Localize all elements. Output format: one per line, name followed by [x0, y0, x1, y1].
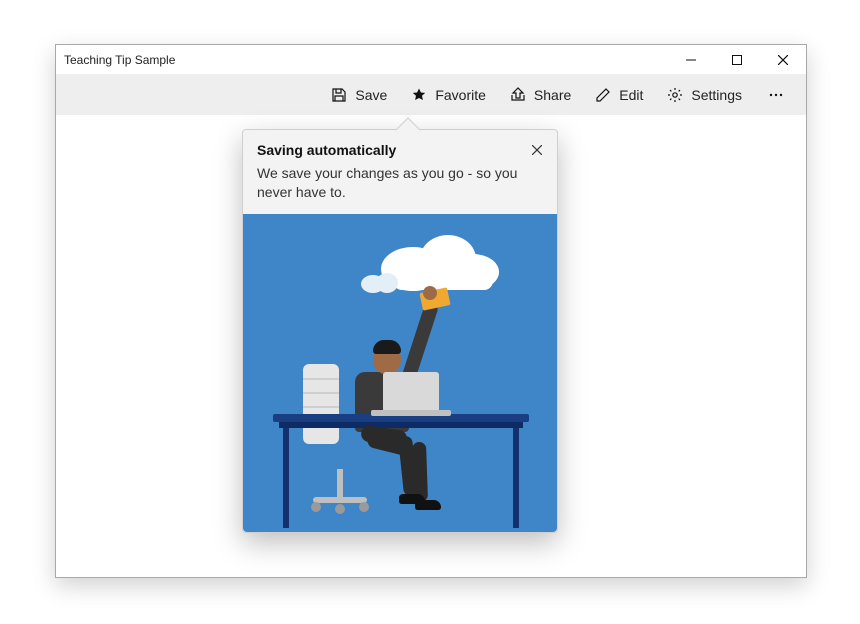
close-icon — [532, 145, 542, 155]
teaching-tip: Saving automatically We save your change… — [242, 129, 558, 533]
teaching-tip-header: Saving automatically — [243, 130, 557, 162]
illustration-wheel — [311, 502, 321, 512]
settings-label: Settings — [691, 87, 742, 103]
edit-icon — [595, 87, 611, 103]
share-button[interactable]: Share — [498, 75, 583, 115]
maximize-button[interactable] — [714, 45, 760, 75]
more-icon — [768, 87, 784, 103]
command-bar: Save Favorite Share Edit Settings — [56, 75, 806, 115]
favorite-button[interactable]: Favorite — [399, 75, 498, 115]
save-label: Save — [355, 87, 387, 103]
illustration-hand — [423, 286, 437, 300]
close-icon — [778, 55, 788, 65]
illustration-laptop — [383, 372, 439, 412]
illustration-laptop-base — [371, 410, 451, 416]
cloud-small-icon — [359, 270, 399, 294]
illustration-desk-leg — [513, 428, 519, 528]
edit-label: Edit — [619, 87, 643, 103]
teaching-tip-close-button[interactable] — [525, 138, 549, 162]
settings-button[interactable]: Settings — [655, 75, 754, 115]
illustration-wheel — [359, 502, 369, 512]
illustration-chair-base — [313, 497, 367, 503]
illustration-chair-pole — [337, 469, 343, 499]
window-controls — [668, 45, 806, 75]
content-area: Saving automatically We save your change… — [56, 115, 806, 577]
share-icon — [510, 87, 526, 103]
illustration-legs — [361, 428, 421, 498]
edit-button[interactable]: Edit — [583, 75, 655, 115]
favorite-label: Favorite — [435, 87, 486, 103]
gear-icon — [667, 87, 683, 103]
more-button[interactable] — [754, 75, 798, 115]
save-icon — [331, 87, 347, 103]
maximize-icon — [732, 55, 742, 65]
close-button[interactable] — [760, 45, 806, 75]
teaching-tip-subtitle: We save your changes as you go - so you … — [243, 164, 557, 214]
app-window: Teaching Tip Sample Save Favorite Share — [55, 44, 807, 578]
teaching-tip-title: Saving automatically — [257, 142, 517, 158]
minimize-icon — [686, 55, 696, 65]
window-title: Teaching Tip Sample — [64, 53, 175, 67]
share-label: Share — [534, 87, 571, 103]
star-icon — [411, 87, 427, 103]
teaching-tip-illustration — [243, 214, 557, 532]
title-bar: Teaching Tip Sample — [56, 45, 806, 75]
save-button[interactable]: Save — [319, 75, 399, 115]
minimize-button[interactable] — [668, 45, 714, 75]
illustration-chair — [303, 364, 339, 444]
illustration-wheel — [335, 504, 345, 514]
illustration-desk-leg — [283, 428, 289, 528]
illustration-hair — [373, 340, 401, 354]
